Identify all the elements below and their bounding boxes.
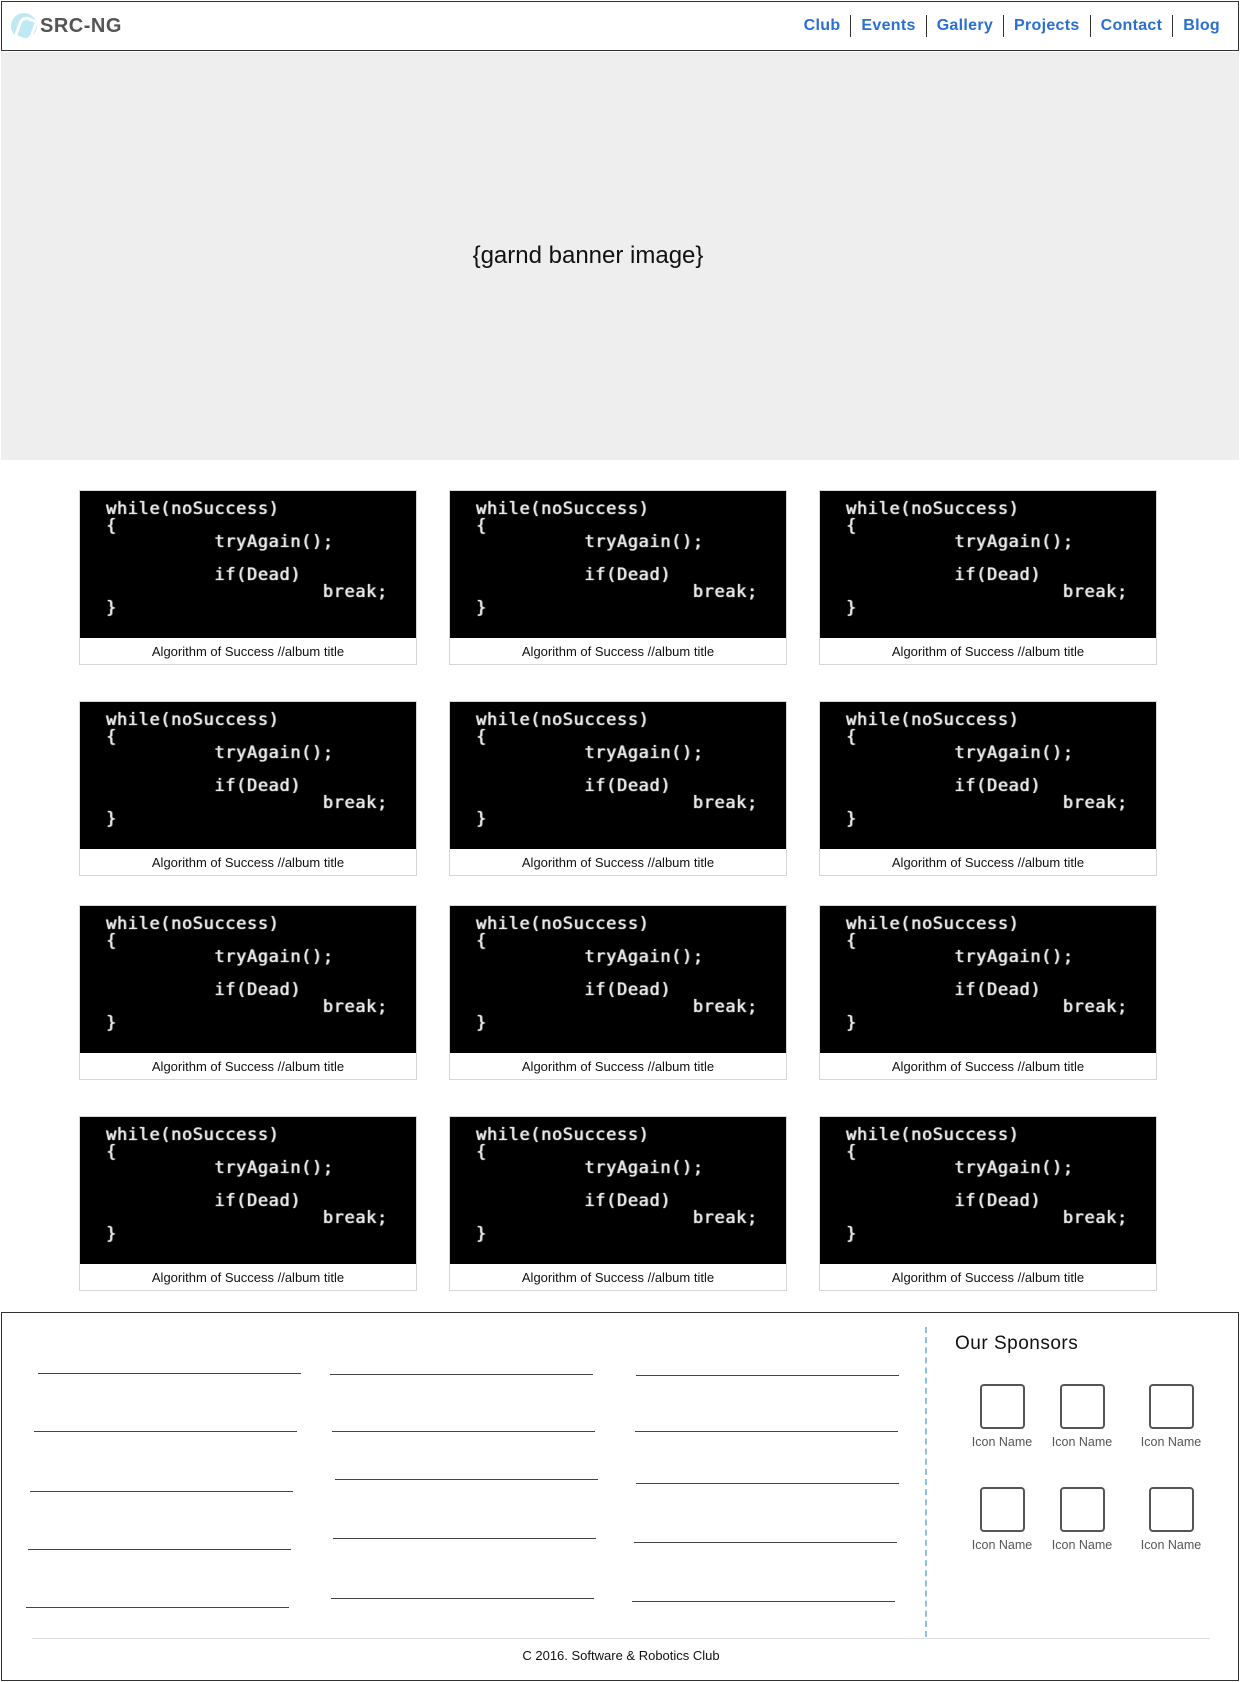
album-thumbnail: while(noSuccess) { tryAgain(); if(Dead) … <box>80 702 416 849</box>
brand-name: SRC-NG <box>40 14 122 37</box>
sponsor-icon <box>1059 1487 1105 1532</box>
album-title: Algorithm of Success //album title <box>521 855 715 870</box>
copyright-text: C 2016. Software & Robotics Club <box>522 1648 720 1663</box>
nav-club[interactable]: Club <box>794 15 851 37</box>
sponsor-icon <box>1059 1384 1105 1429</box>
footer-link-placeholder[interactable] <box>38 1373 301 1374</box>
sponsor-item[interactable]: Icon Name <box>1045 1384 1119 1449</box>
album-thumbnail: while(noSuccess) { tryAgain(); if(Dead) … <box>450 906 786 1053</box>
album-title: Algorithm of Success //album title <box>891 644 1085 659</box>
site-footer: Our Sponsors Icon Name Icon Name Icon Na… <box>1 1312 1239 1681</box>
album-thumbnail: while(noSuccess) { tryAgain(); if(Dead) … <box>450 1117 786 1264</box>
album-card[interactable]: while(noSuccess) { tryAgain(); if(Dead) … <box>819 905 1157 1080</box>
sponsor-name: Icon Name <box>971 1538 1033 1552</box>
sponsor-item[interactable]: Icon Name <box>1134 1384 1208 1449</box>
sponsor-item[interactable]: Icon Name <box>1134 1487 1208 1552</box>
sponsor-name: Icon Name <box>1051 1538 1113 1552</box>
main-nav: Club Events Gallery Projects Contact Blo… <box>794 15 1230 37</box>
footer-link-placeholder[interactable] <box>26 1607 289 1608</box>
logo-icon <box>11 13 37 39</box>
footer-divider <box>925 1327 927 1637</box>
album-thumbnail: while(noSuccess) { tryAgain(); if(Dead) … <box>820 1117 1156 1264</box>
thumbnail-code-text: while(noSuccess) { tryAgain(); if(Dead) … <box>476 499 758 618</box>
album-thumbnail: while(noSuccess) { tryAgain(); if(Dead) … <box>80 1117 416 1264</box>
album-thumbnail: while(noSuccess) { tryAgain(); if(Dead) … <box>820 906 1156 1053</box>
nav-blog[interactable]: Blog <box>1172 15 1230 37</box>
album-thumbnail: while(noSuccess) { tryAgain(); if(Dead) … <box>820 702 1156 849</box>
album-thumbnail: while(noSuccess) { tryAgain(); if(Dead) … <box>450 702 786 849</box>
sponsor-icon <box>979 1487 1025 1532</box>
thumbnail-code-text: while(noSuccess) { tryAgain(); if(Dead) … <box>476 1125 758 1244</box>
footer-link-placeholder[interactable] <box>331 1598 594 1599</box>
sponsor-icon <box>1148 1384 1194 1429</box>
album-title: Algorithm of Success //album title <box>891 1270 1085 1285</box>
footer-link-placeholder[interactable] <box>632 1601 895 1602</box>
album-thumbnail: while(noSuccess) { tryAgain(); if(Dead) … <box>820 491 1156 638</box>
album-card[interactable]: while(noSuccess) { tryAgain(); if(Dead) … <box>449 490 787 665</box>
footer-link-placeholder[interactable] <box>332 1431 595 1432</box>
thumbnail-code-text: while(noSuccess) { tryAgain(); if(Dead) … <box>106 1125 388 1244</box>
footer-link-placeholder[interactable] <box>636 1483 899 1484</box>
sponsor-item[interactable]: Icon Name <box>965 1384 1039 1449</box>
album-thumbnail: while(noSuccess) { tryAgain(); if(Dead) … <box>80 906 416 1053</box>
footer-link-placeholder[interactable] <box>333 1538 596 1539</box>
thumbnail-code-text: while(noSuccess) { tryAgain(); if(Dead) … <box>846 1125 1128 1244</box>
album-card[interactable]: while(noSuccess) { tryAgain(); if(Dead) … <box>79 905 417 1080</box>
footer-link-placeholder[interactable] <box>635 1431 898 1432</box>
album-title: Algorithm of Success //album title <box>151 644 345 659</box>
sponsor-name: Icon Name <box>971 1435 1033 1449</box>
album-card[interactable]: while(noSuccess) { tryAgain(); if(Dead) … <box>79 701 417 876</box>
thumbnail-code-text: while(noSuccess) { tryAgain(); if(Dead) … <box>106 499 388 618</box>
album-card[interactable]: while(noSuccess) { tryAgain(); if(Dead) … <box>79 1116 417 1291</box>
thumbnail-code-text: while(noSuccess) { tryAgain(); if(Dead) … <box>106 710 388 829</box>
album-thumbnail: while(noSuccess) { tryAgain(); if(Dead) … <box>450 491 786 638</box>
nav-gallery[interactable]: Gallery <box>925 15 1003 37</box>
nav-contact[interactable]: Contact <box>1089 15 1173 37</box>
footer-link-placeholder[interactable] <box>636 1375 899 1376</box>
site-header: SRC-NG Club Events Gallery Projects Cont… <box>1 1 1239 51</box>
thumbnail-code-text: while(noSuccess) { tryAgain(); if(Dead) … <box>476 710 758 829</box>
footer-link-placeholder[interactable] <box>634 1542 897 1543</box>
banner-image-placeholder: {garnd banner image} <box>1 52 1239 460</box>
footer-link-placeholder[interactable] <box>330 1374 593 1375</box>
thumbnail-code-text: while(noSuccess) { tryAgain(); if(Dead) … <box>106 914 388 1033</box>
thumbnail-code-text: while(noSuccess) { tryAgain(); if(Dead) … <box>846 914 1128 1033</box>
album-card[interactable]: while(noSuccess) { tryAgain(); if(Dead) … <box>449 1116 787 1291</box>
sponsor-name: Icon Name <box>1140 1435 1202 1449</box>
sponsor-name: Icon Name <box>1051 1435 1113 1449</box>
album-thumbnail: while(noSuccess) { tryAgain(); if(Dead) … <box>80 491 416 638</box>
footer-link-placeholder[interactable] <box>30 1491 293 1492</box>
album-card[interactable]: while(noSuccess) { tryAgain(); if(Dead) … <box>819 1116 1157 1291</box>
album-title: Algorithm of Success //album title <box>521 1270 715 1285</box>
sponsor-item[interactable]: Icon Name <box>1045 1487 1119 1552</box>
sponsor-item[interactable]: Icon Name <box>965 1487 1039 1552</box>
album-card[interactable]: while(noSuccess) { tryAgain(); if(Dead) … <box>819 701 1157 876</box>
footer-link-placeholder[interactable] <box>34 1431 297 1432</box>
album-card[interactable]: while(noSuccess) { tryAgain(); if(Dead) … <box>449 701 787 876</box>
sponsors-title: Our Sponsors <box>955 1333 1079 1354</box>
nav-events[interactable]: Events <box>850 15 925 37</box>
footer-rule <box>32 1638 1210 1639</box>
footer-link-placeholder[interactable] <box>28 1549 291 1550</box>
album-title: Algorithm of Success //album title <box>151 855 345 870</box>
album-title: Algorithm of Success //album title <box>521 1059 715 1074</box>
sponsor-icon <box>1148 1487 1194 1532</box>
album-card[interactable]: while(noSuccess) { tryAgain(); if(Dead) … <box>819 490 1157 665</box>
footer-link-placeholder[interactable] <box>335 1479 598 1480</box>
thumbnail-code-text: while(noSuccess) { tryAgain(); if(Dead) … <box>476 914 758 1033</box>
album-title: Algorithm of Success //album title <box>521 644 715 659</box>
thumbnail-code-text: while(noSuccess) { tryAgain(); if(Dead) … <box>846 499 1128 618</box>
album-card[interactable]: while(noSuccess) { tryAgain(); if(Dead) … <box>79 490 417 665</box>
brand[interactable]: SRC-NG <box>11 13 122 39</box>
album-title: Algorithm of Success //album title <box>151 1270 345 1285</box>
sponsor-name: Icon Name <box>1140 1538 1202 1552</box>
album-title: Algorithm of Success //album title <box>891 855 1085 870</box>
sponsor-icon <box>979 1384 1025 1429</box>
album-title: Algorithm of Success //album title <box>891 1059 1085 1074</box>
album-card[interactable]: while(noSuccess) { tryAgain(); if(Dead) … <box>449 905 787 1080</box>
nav-projects[interactable]: Projects <box>1003 15 1090 37</box>
banner-text: {garnd banner image} <box>472 242 704 269</box>
thumbnail-code-text: while(noSuccess) { tryAgain(); if(Dead) … <box>846 710 1128 829</box>
album-title: Algorithm of Success //album title <box>151 1059 345 1074</box>
